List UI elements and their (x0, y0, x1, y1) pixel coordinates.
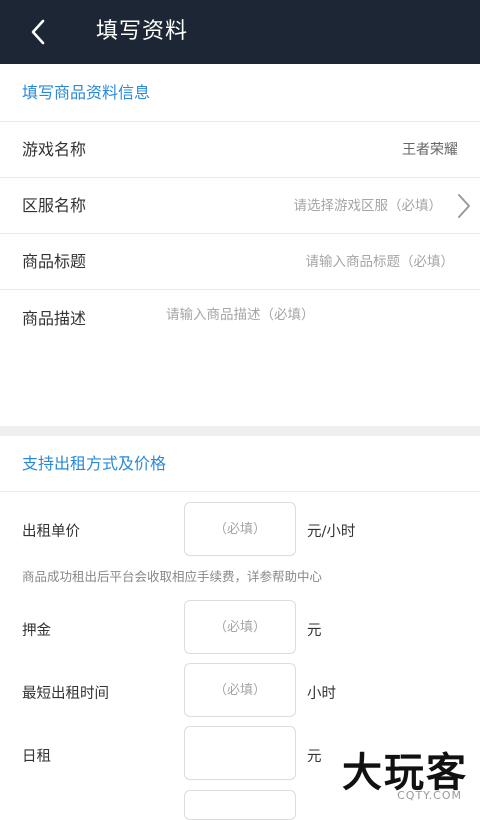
rental-section-title: 支持出租方式及价格 (0, 436, 480, 492)
next-price-box[interactable] (184, 790, 296, 820)
fee-note: 商品成功租出后平台会收取相应手续费，详参帮助中心 (22, 569, 323, 584)
chevron-left-icon (31, 19, 45, 45)
deposit-unit: 元 (307, 623, 322, 639)
min-time-input[interactable] (184, 663, 296, 717)
daily-rent-input[interactable] (184, 726, 296, 780)
game-name-value: 王者荣耀 (402, 142, 458, 158)
deposit-input[interactable] (184, 600, 296, 654)
server-select-input[interactable] (182, 178, 442, 233)
page-title: 填写资料 (96, 19, 189, 44)
game-name-label: 游戏名称 (22, 140, 87, 159)
server-name-label: 区服名称 (22, 196, 87, 215)
watermark: 大玩客 CQTY.COM (322, 738, 472, 802)
product-info-section-title: 填写商品资料信息 (0, 64, 480, 122)
back-button[interactable] (18, 14, 58, 50)
min-time-unit: 小时 (307, 686, 336, 702)
unit-price-label: 出租单价 (22, 524, 80, 540)
watermark-text: 大玩客 (342, 749, 468, 796)
chevron-right-icon (458, 194, 470, 218)
daily-rent-unit: 元 (307, 749, 322, 765)
product-desc-input[interactable] (166, 303, 466, 413)
daily-rent-label: 日租 (22, 749, 51, 765)
product-desc-label: 商品描述 (22, 309, 87, 328)
unit-price-unit: 元/小时 (307, 524, 356, 540)
product-title-label: 商品标题 (22, 252, 87, 271)
server-select-row[interactable]: 区服名称 (0, 178, 480, 234)
deposit-label: 押金 (22, 623, 51, 639)
product-title-row: 商品标题 (0, 234, 480, 290)
app-header: 填写资料 (0, 0, 480, 64)
watermark-sub: CQTY.COM (397, 789, 462, 802)
unit-price-input[interactable] (184, 502, 296, 556)
game-name-row: 游戏名称 王者荣耀 (0, 122, 480, 178)
min-time-label: 最短出租时间 (22, 686, 109, 702)
product-title-input[interactable] (194, 234, 454, 289)
section-divider (0, 426, 480, 436)
